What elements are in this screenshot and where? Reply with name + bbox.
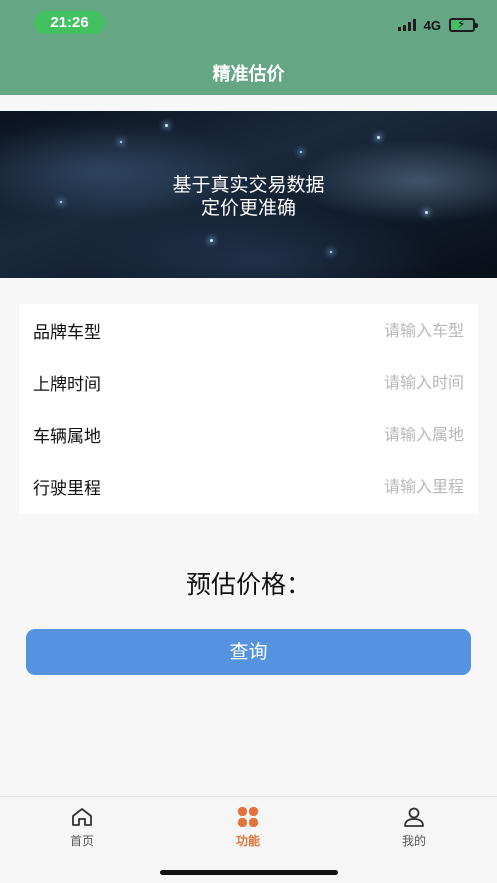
network-label: 4G — [423, 17, 441, 33]
tab-home-label: 首页 — [69, 834, 94, 848]
status-indicators: 4G ⚡ — [397, 16, 478, 34]
signal-icon — [397, 19, 416, 31]
mileage-input[interactable] — [324, 473, 464, 499]
form-row-location: 车辆属地 — [19, 408, 478, 460]
tab-mine[interactable]: 我的 — [354, 797, 474, 857]
tab-mine-label: 我的 — [401, 834, 426, 848]
mileage-label: 行驶里程 — [33, 479, 101, 499]
tab-features-label: 功能 — [235, 834, 260, 848]
status-time: 21:26 — [34, 11, 105, 34]
battery-icon: ⚡ — [449, 17, 478, 32]
query-button[interactable]: 查询 — [26, 629, 471, 675]
model-label: 品牌车型 — [33, 323, 101, 343]
banner-headline: 基于真实交易数据 — [172, 174, 325, 196]
user-icon — [404, 807, 424, 827]
registration-date-label: 上牌时间 — [33, 375, 101, 395]
location-label: 车辆属地 — [33, 427, 101, 447]
app-header: 21:26 4G ⚡ 精准估价 — [0, 0, 497, 95]
home-icon — [72, 808, 92, 826]
page-title: 精准估价 — [212, 64, 285, 85]
form-row-model: 品牌车型 — [19, 304, 478, 356]
model-input[interactable] — [324, 317, 464, 343]
banner-image: 基于真实交易数据 定价更准确 — [0, 111, 497, 278]
location-input[interactable] — [324, 421, 464, 447]
form-row-mileage: 行驶里程 — [19, 460, 478, 512]
home-indicator — [160, 870, 338, 875]
estimated-price-label: 预估价格： — [185, 570, 311, 599]
grid-icon — [238, 807, 258, 827]
tab-home[interactable]: 首页 — [22, 797, 142, 857]
registration-date-input[interactable] — [324, 369, 464, 395]
valuation-form: 品牌车型 上牌时间 车辆属地 行驶里程 — [19, 304, 478, 514]
banner-subline: 定价更准确 — [200, 197, 296, 219]
form-row-date: 上牌时间 — [19, 356, 478, 408]
tab-features[interactable]: 功能 — [188, 797, 308, 857]
